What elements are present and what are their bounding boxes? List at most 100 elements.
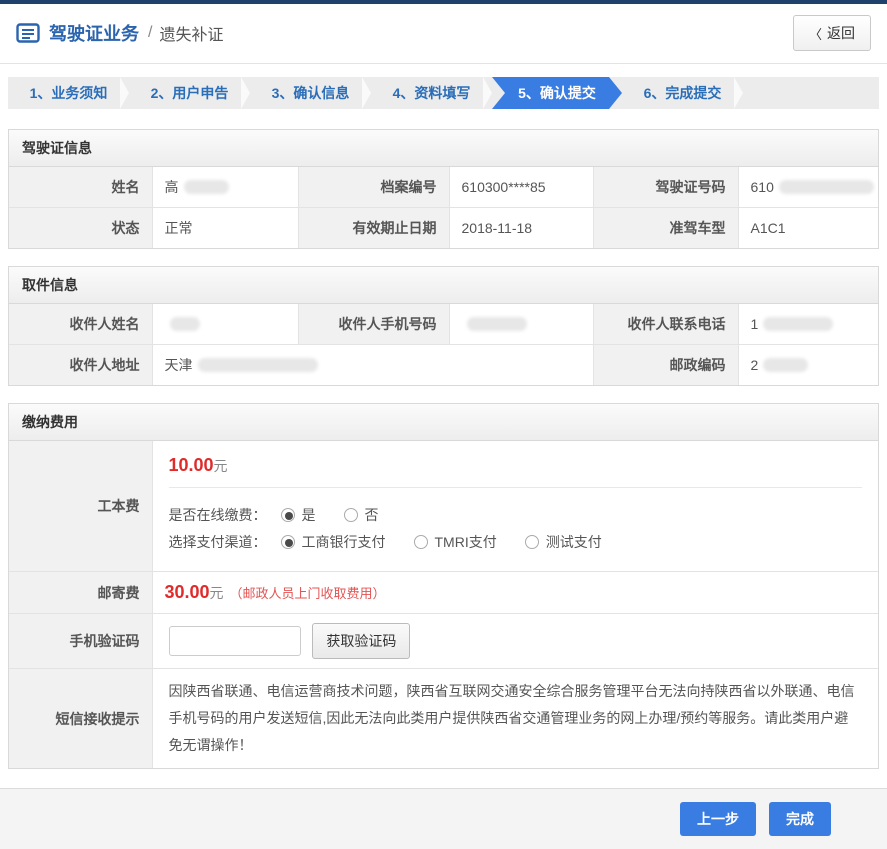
recipient-phone-label: 收件人联系电话 — [593, 304, 738, 345]
payment-channel-question: 选择支付渠道： — [169, 532, 267, 552]
recipient-address-value: 天津 — [152, 345, 593, 386]
step-label: 3、确认信息 — [272, 83, 350, 103]
page-header: 驾驶证业务 / 遗失补证 〈 返回 — [0, 4, 887, 64]
online-yes-option[interactable]: 是 — [281, 505, 316, 525]
file-no-label: 档案编号 — [298, 167, 449, 208]
recipient-mobile-label: 收件人手机号码 — [298, 304, 449, 345]
vehicle-class-value: A1C1 — [738, 208, 878, 249]
valid-until-value: 2018-11-18 — [449, 208, 593, 249]
page-title: 驾驶证业务 — [49, 20, 139, 46]
channel-test-option[interactable]: 测试支付 — [525, 532, 602, 552]
recipient-mobile-value — [449, 304, 593, 345]
radio-selected-icon[interactable] — [281, 508, 295, 522]
sms-tip-label: 短信接收提示 — [9, 669, 152, 769]
channel-tmri-option[interactable]: TMRI支付 — [414, 532, 497, 552]
step-1-business-notice: 1、业务须知 — [8, 77, 129, 109]
step-label: 2、用户申告 — [151, 83, 229, 103]
postage-fee-unit: 元 — [210, 585, 224, 601]
pickup-info-panel: 取件信息 收件人姓名 收件人手机号码 收件人联系电话 1 收件人地址 天津 邮政… — [8, 266, 879, 386]
production-fee-amount-line: 10.00元 — [169, 441, 863, 487]
name-label: 姓名 — [9, 167, 152, 208]
redacted-value — [184, 180, 229, 194]
step-2-user-declaration: 2、用户申告 — [129, 77, 250, 109]
radio-unselected-icon[interactable] — [525, 535, 539, 549]
vehicle-class-label: 准驾车型 — [593, 208, 738, 249]
license-no-value: 610 — [738, 167, 878, 208]
step-label: 6、完成提交 — [644, 83, 722, 103]
license-no-label: 驾驶证号码 — [593, 167, 738, 208]
redacted-value — [467, 317, 527, 331]
radio-unselected-icon[interactable] — [344, 508, 358, 522]
recipient-name-label: 收件人姓名 — [9, 304, 152, 345]
back-button-label: 返回 — [827, 23, 855, 43]
redacted-value — [763, 358, 808, 372]
table-row: 收件人地址 天津 邮政编码 2 — [9, 345, 878, 386]
postage-fee-amount: 30.00 — [165, 582, 210, 602]
table-row: 状态 正常 有效期止日期 2018-11-18 准驾车型 A1C1 — [9, 208, 878, 249]
fees-table: 工本费 10.00元 是否在线缴费： 是 否 选择支付渠道： 工商银行支付 TM… — [9, 441, 878, 768]
pickup-info-table: 收件人姓名 收件人手机号码 收件人联系电话 1 收件人地址 天津 邮政编码 2 — [9, 304, 878, 385]
online-payment-question: 是否在线缴费： — [169, 505, 267, 525]
step-bar-filler — [743, 77, 879, 109]
payment-options: 是否在线缴费： 是 否 选择支付渠道： 工商银行支付 TMRI支付 测试支付 — [169, 488, 863, 571]
table-row: 手机验证码 获取验证码 — [9, 614, 878, 669]
postage-fee-note: （邮政人员上门收取费用） — [230, 586, 386, 601]
finish-button[interactable]: 完成 — [769, 802, 831, 836]
captcha-input[interactable] — [169, 626, 301, 656]
captcha-cell: 获取验证码 — [152, 614, 878, 669]
file-no-value: 610300****85 — [449, 167, 593, 208]
redacted-value — [763, 317, 833, 331]
payment-fees-panel: 缴纳费用 工本费 10.00元 是否在线缴费： 是 否 选择支付渠道： — [8, 403, 879, 769]
footer-action-bar: 上一步 完成 — [0, 788, 887, 849]
redacted-value — [170, 317, 200, 331]
captcha-label: 手机验证码 — [9, 614, 152, 669]
back-chevron-icon: 〈 — [809, 24, 822, 43]
table-row: 邮寄费 30.00元 （邮政人员上门收取费用） — [9, 572, 878, 614]
get-verification-code-button[interactable]: 获取验证码 — [312, 623, 410, 659]
recipient-phone-value: 1 — [738, 304, 878, 345]
radio-selected-icon[interactable] — [281, 535, 295, 549]
status-label: 状态 — [9, 208, 152, 249]
sms-tip-text: 因陕西省联通、电信运营商技术问题，陕西省互联网交通安全综合服务管理平台无法向持陕… — [152, 669, 878, 769]
license-section-title: 驾驶证信息 — [9, 130, 878, 167]
table-row: 收件人姓名 收件人手机号码 收件人联系电话 1 — [9, 304, 878, 345]
step-6-complete-submit: 6、完成提交 — [622, 77, 743, 109]
breadcrumb-current: 遗失补证 — [159, 21, 223, 45]
license-info-table: 姓名 高 档案编号 610300****85 驾驶证号码 610 状态 正常 有… — [9, 167, 878, 248]
postal-code-value: 2 — [738, 345, 878, 386]
step-3-confirm-info: 3、确认信息 — [250, 77, 371, 109]
postage-fee-label: 邮寄费 — [9, 572, 152, 614]
status-value: 正常 — [152, 208, 298, 249]
table-row: 工本费 10.00元 是否在线缴费： 是 否 选择支付渠道： 工商银行支付 TM… — [9, 441, 878, 572]
step-label: 5、确认提交 — [518, 83, 596, 103]
step-4-fill-data: 4、资料填写 — [371, 77, 492, 109]
postal-code-label: 邮政编码 — [593, 345, 738, 386]
payment-channel-question-row: 选择支付渠道： 工商银行支付 TMRI支付 测试支付 — [169, 532, 863, 552]
radio-unselected-icon[interactable] — [414, 535, 428, 549]
valid-until-label: 有效期止日期 — [298, 208, 449, 249]
step-progress-bar: 1、业务须知 2、用户申告 3、确认信息 4、资料填写 5、确认提交 6、完成提… — [8, 77, 879, 109]
channel-icbc-option[interactable]: 工商银行支付 — [281, 532, 386, 552]
option-label: 是 — [302, 505, 316, 525]
step-label: 1、业务须知 — [30, 83, 108, 103]
pickup-section-title: 取件信息 — [9, 267, 878, 304]
name-value: 高 — [152, 167, 298, 208]
back-button[interactable]: 〈 返回 — [793, 15, 871, 51]
redacted-value — [198, 358, 318, 372]
production-fee-label: 工本费 — [9, 441, 152, 572]
option-label: 否 — [365, 505, 379, 525]
menu-list-icon — [16, 23, 40, 43]
previous-step-button[interactable]: 上一步 — [680, 802, 756, 836]
recipient-address-label: 收件人地址 — [9, 345, 152, 386]
redacted-value — [779, 180, 874, 194]
production-fee-unit: 元 — [214, 458, 228, 474]
production-fee-cell: 10.00元 是否在线缴费： 是 否 选择支付渠道： 工商银行支付 TMRI支付… — [152, 441, 878, 572]
postage-fee-cell: 30.00元 （邮政人员上门收取费用） — [152, 572, 878, 614]
online-no-option[interactable]: 否 — [344, 505, 379, 525]
title-area: 驾驶证业务 / 遗失补证 — [16, 20, 223, 46]
production-fee-amount: 10.00 — [169, 455, 214, 475]
option-label: 测试支付 — [546, 532, 602, 552]
option-label: 工商银行支付 — [302, 532, 386, 552]
online-payment-question-row: 是否在线缴费： 是 否 — [169, 505, 863, 525]
option-label: TMRI支付 — [435, 532, 497, 552]
